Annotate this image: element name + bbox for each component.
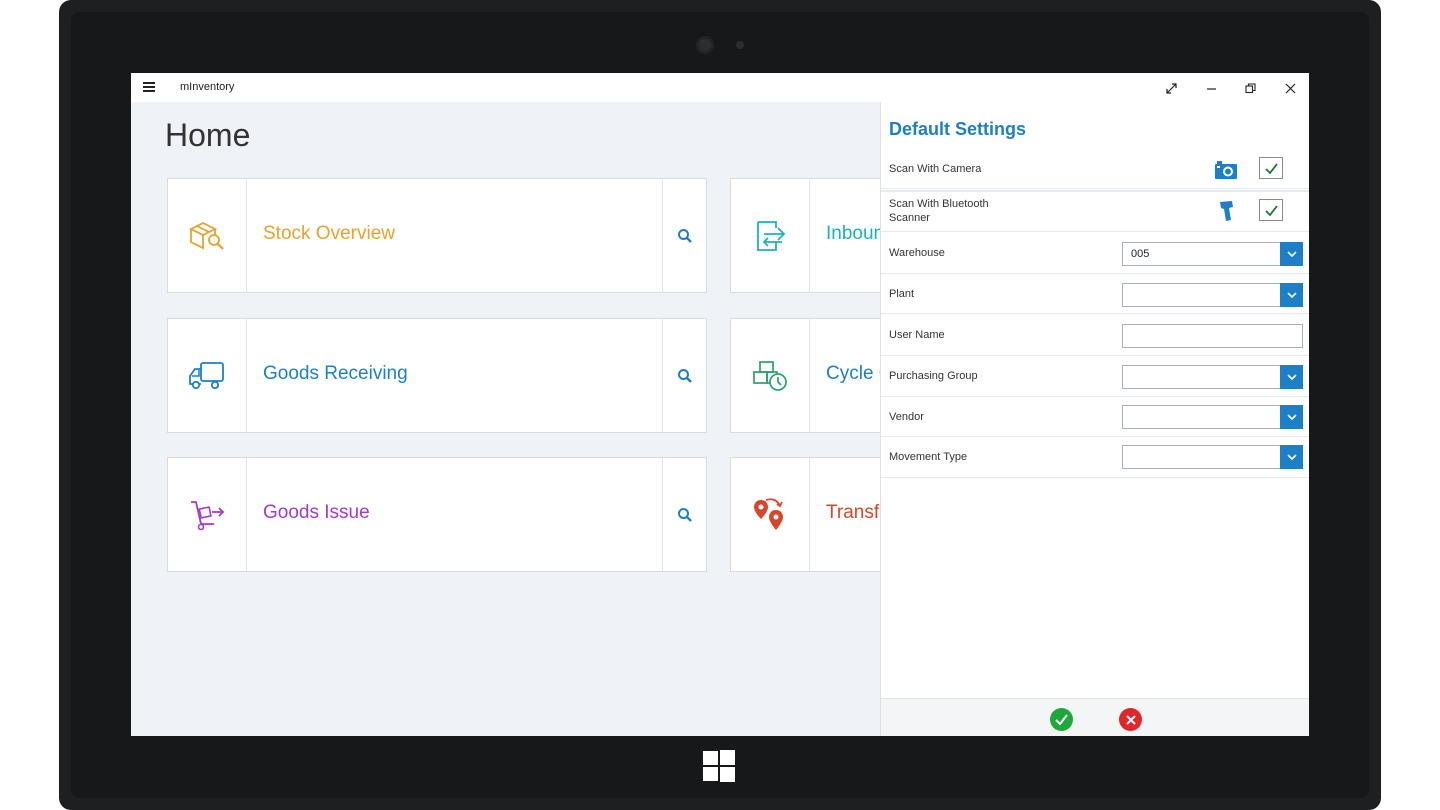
tile-search-button[interactable] [662,319,706,432]
tile-search-button[interactable] [662,179,706,292]
box-search-icon [188,221,224,250]
warehouse-dropdown[interactable]: 005 [1122,242,1303,266]
panel-footer [881,698,1309,736]
tile-icon-cell [168,319,247,432]
close-icon[interactable] [1281,79,1299,97]
app-window: mInventory Home Stock Overview Inboun Go… [131,73,1309,736]
chevron-down-icon[interactable] [1280,365,1303,389]
tile-label: Goods Receiving [263,363,408,384]
tile-icon-cell [731,458,810,571]
chevron-down-icon[interactable] [1280,283,1303,307]
checkmark-icon [1264,204,1278,216]
camera-lens [696,36,714,54]
close-icon [1125,714,1136,725]
setting-purchasing-group: Purchasing Group [881,356,1309,397]
search-icon [677,368,692,383]
tile-label: Goods Issue [263,502,370,523]
truck-icon [189,361,224,389]
panel-title: Default Settings [889,119,1027,139]
setting-movement-type: Movement Type [881,437,1309,478]
tile-goods-issue[interactable]: Goods Issue [167,457,707,572]
setting-vendor: Vendor [881,397,1309,437]
chevron-down-icon[interactable] [1280,242,1303,266]
purchasing-group-dropdown[interactable] [1122,365,1303,389]
fullscreen-icon[interactable] [1162,79,1180,97]
tile-goods-receiving[interactable]: Goods Receiving [167,318,707,433]
setting-label: Plant [889,288,915,300]
light-sensor [736,41,744,49]
setting-label-line2: Scanner [889,212,930,224]
scan-bluetooth-checkbox[interactable] [1259,199,1283,221]
setting-label: Scan With Camera [889,163,982,175]
tile-icon-cell [731,319,810,432]
scan-camera-checkbox[interactable] [1259,157,1283,179]
windows-logo-icon[interactable] [703,750,735,782]
tile-icon-cell [168,179,247,292]
hamburger-menu-icon[interactable] [143,82,155,92]
setting-scan-camera: Scan With Camera [881,152,1309,189]
chevron-down-icon[interactable] [1280,445,1303,469]
app-title: mInventory [180,81,235,93]
setting-scan-bluetooth: Scan With Bluetooth Scanner [881,190,1309,232]
search-icon [677,507,692,522]
warehouse-value: 005 [1131,248,1150,260]
setting-label: Warehouse [889,247,945,259]
vendor-dropdown[interactable] [1122,405,1303,429]
setting-label: Purchasing Group [889,370,978,382]
movement-type-dropdown[interactable] [1122,445,1303,469]
camera-icon [1215,161,1237,179]
setting-label-line1: Scan With Bluetooth [889,198,989,210]
default-settings-panel: Default Settings Scan With Camera Scan W… [880,102,1309,736]
tile-label: Stock Overview [263,223,395,244]
boxes-clock-icon [753,360,787,391]
chevron-down-icon[interactable] [1280,405,1303,429]
setting-warehouse: Warehouse 005 [881,233,1309,274]
setting-label: Scan With Bluetooth Scanner [889,197,989,225]
tile-label: Inboun [826,223,885,244]
restore-icon[interactable] [1241,79,1259,97]
hand-truck-icon [191,500,225,530]
user-name-input[interactable] [1122,324,1303,348]
setting-user-name: User Name [881,314,1309,356]
check-icon [1055,714,1068,725]
setting-label: Movement Type [889,451,968,463]
page-title: Home [165,117,251,153]
checkmark-icon [1264,162,1278,174]
location-pins-icon [754,497,783,530]
inbound-icon [757,220,786,251]
confirm-button[interactable] [1050,708,1073,731]
barcode-scanner-icon [1220,201,1233,221]
tile-stock-overview[interactable]: Stock Overview [167,178,707,293]
tile-search-button[interactable] [662,458,706,571]
search-icon [677,228,692,243]
tile-icon-cell [731,179,810,292]
setting-label: Vendor [889,411,924,423]
tile-icon-cell [168,458,247,571]
title-bar: mInventory [131,73,1309,102]
minimize-icon[interactable] [1202,79,1220,97]
cancel-button[interactable] [1119,708,1142,731]
setting-label: User Name [889,329,945,341]
plant-dropdown[interactable] [1122,283,1303,307]
setting-plant: Plant [881,274,1309,314]
